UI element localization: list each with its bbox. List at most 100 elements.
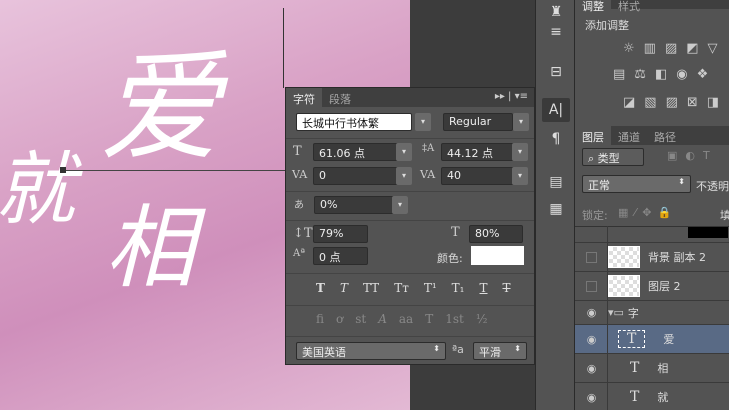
character-styles-icon[interactable]: ▤ (542, 170, 570, 194)
tab-paths[interactable]: 路径 (647, 126, 683, 145)
horizontal-scale-icon: T (451, 225, 460, 240)
folder-icon[interactable]: ▾▭ (608, 306, 624, 319)
subscript-button[interactable]: T₁ (452, 281, 465, 295)
tracking-icon: VA (420, 168, 436, 181)
adjustment-row-2: ▤ ⚖ ◧ ◉ ❖ (613, 67, 708, 82)
kerning-icon: VA (292, 168, 308, 181)
filter-type-icons[interactable]: ▣◐T (667, 149, 718, 162)
ordinal-st-button[interactable]: 1st (445, 312, 464, 326)
layer-thumbnail (608, 246, 640, 268)
ligature-button[interactable]: fi (316, 312, 324, 326)
vibrance-icon[interactable]: ▽ (708, 41, 718, 56)
tracking-dropdown[interactable]: ▾ (512, 167, 528, 185)
style-buttons: T T TT Tт T¹ T₁ T T (316, 281, 511, 295)
posterize-icon[interactable]: ▧ (644, 95, 656, 110)
tab-paragraph[interactable]: 段落 (322, 88, 358, 107)
faux-italic-button[interactable]: T (340, 281, 348, 295)
ordinals-button[interactable]: T (425, 312, 433, 326)
adjustment-row-3: ◪ ▧ ▨ ⊠ ◨ (623, 95, 719, 110)
adjustment-row-1: ☼ ▥ ▨ ◩ ▽ (623, 41, 718, 56)
blend-mode-value: 正常 (588, 179, 610, 192)
character-panel-icon[interactable]: A| (542, 98, 570, 122)
tab-channels[interactable]: 通道 (611, 126, 647, 145)
font-size-dropdown[interactable]: ▾ (396, 143, 412, 161)
invert-icon[interactable]: ◪ (623, 95, 635, 110)
black-white-icon[interactable]: ◧ (655, 67, 667, 82)
gradient-map-icon[interactable]: ⊠ (687, 95, 698, 110)
titling-alternates-button[interactable]: aa (399, 312, 413, 326)
color-label: 颜色: (437, 252, 463, 265)
threshold-icon[interactable]: ▨ (666, 95, 678, 110)
discretionary-ligature-button[interactable]: ơ (336, 312, 343, 326)
strikethrough-button[interactable]: T (503, 281, 511, 295)
all-caps-button[interactable]: TT (363, 281, 379, 295)
layer-filter-select[interactable]: ⌕ 类型 (582, 148, 644, 166)
text-anchor-handle[interactable] (60, 167, 66, 173)
vertical-scale-icon: ↕T (293, 226, 313, 241)
opentype-buttons: fi ơ st A aa T 1st ½ (316, 312, 488, 326)
text-layer-icon: T (630, 360, 640, 376)
layer-name: 图层 2 (648, 280, 681, 293)
font-style-dropdown[interactable]: ▾ (513, 113, 529, 131)
paragraph-styles-icon[interactable]: ▦ (542, 197, 570, 221)
kerning-dropdown[interactable]: ▾ (396, 167, 412, 185)
leading-dropdown[interactable]: ▾ (512, 143, 528, 161)
color-balance-icon[interactable]: ⚖ (634, 67, 646, 82)
layer-name: 就 (657, 391, 669, 404)
lock-icons[interactable]: ▦⁄✥🔒 (618, 206, 677, 219)
fractions-button[interactable]: ½ (476, 312, 488, 326)
selective-color-icon[interactable]: ◨ (707, 95, 719, 110)
layer-thumbnail (608, 275, 640, 297)
font-family-dropdown[interactable]: ▾ (415, 113, 431, 131)
layer-name: 字 (627, 306, 639, 320)
adjustments-title: 添加调整 (585, 19, 629, 32)
photo-filter-icon[interactable]: ◉ (676, 67, 687, 82)
text-layer-icon: T (630, 389, 640, 405)
tab-styles[interactable]: 样式 (611, 0, 647, 13)
panel-menu-icon[interactable]: ▸▸ | ▾≡ (495, 91, 528, 102)
lock-label: 锁定: (582, 209, 608, 222)
small-caps-button[interactable]: Tт (394, 281, 409, 295)
baseline-shift-icon: Aª (293, 248, 305, 259)
canvas-char-jiu[interactable]: 就 (0, 125, 75, 241)
underline-button[interactable]: T (480, 281, 488, 295)
vertical-scale-input[interactable]: 79% (313, 225, 368, 243)
blend-mode-select[interactable]: 正常 ⬍ (582, 175, 691, 193)
exposure-icon[interactable]: ◩ (686, 41, 698, 56)
search-icon: ⌕ (588, 152, 598, 165)
language-value: 美国英语 (302, 346, 346, 359)
canvas-char-ai[interactable]: 爱 (100, 10, 220, 184)
superscript-button[interactable]: T¹ (424, 281, 437, 295)
brush-settings-icon[interactable]: ≡ (542, 20, 570, 44)
font-family-input[interactable]: 长城中行书体繁 (296, 113, 412, 131)
tsume-dropdown[interactable]: ▾ (392, 196, 408, 214)
brightness-icon[interactable]: ☼ (623, 41, 635, 56)
antialias-value: 平滑 (479, 346, 501, 359)
text-baseline-guide (62, 170, 286, 171)
horizontal-scale-input[interactable]: 80% (469, 225, 523, 243)
text-box-edge (283, 8, 284, 88)
clone-source-icon[interactable]: ⊟ (542, 60, 570, 84)
faux-bold-button[interactable]: T (316, 281, 325, 295)
stylistic-alternates-button[interactable]: st (355, 312, 366, 326)
hue-saturation-icon[interactable]: ▤ (613, 67, 625, 82)
leading-icon: ‡A (422, 143, 435, 154)
layer-name: 爱 (663, 333, 675, 346)
paragraph-panel-icon[interactable]: ¶ (542, 127, 570, 151)
baseline-shift-input[interactable]: 0 点 (313, 247, 368, 265)
swash-button[interactable]: A (378, 312, 387, 326)
visibility-column (575, 226, 608, 410)
color-swatch[interactable] (471, 246, 524, 265)
channel-mixer-icon[interactable]: ❖ (697, 67, 709, 82)
tab-layers[interactable]: 图层 (575, 126, 611, 145)
canvas-char-xiang[interactable]: 相 (105, 175, 195, 305)
antialias-select[interactable]: 平滑 ⬍ (473, 342, 527, 360)
levels-icon[interactable]: ▥ (644, 41, 656, 56)
font-style-select[interactable]: Regular (443, 113, 513, 131)
tab-adjustments[interactable]: 调整 (575, 0, 611, 13)
language-select[interactable]: 美国英语 ⬍ (296, 342, 446, 360)
tab-character[interactable]: 字符 (286, 88, 322, 107)
curves-icon[interactable]: ▨ (665, 41, 677, 56)
right-panels: 调整 样式 添加调整 ☼ ▥ ▨ ◩ ▽ ▤ ⚖ ◧ ◉ ❖ ◪ ▧ ▨ ⊠ ◨ 图层 通道 路径 ⌕ … (575, 0, 729, 410)
antialias-icon: ªa (452, 343, 464, 356)
